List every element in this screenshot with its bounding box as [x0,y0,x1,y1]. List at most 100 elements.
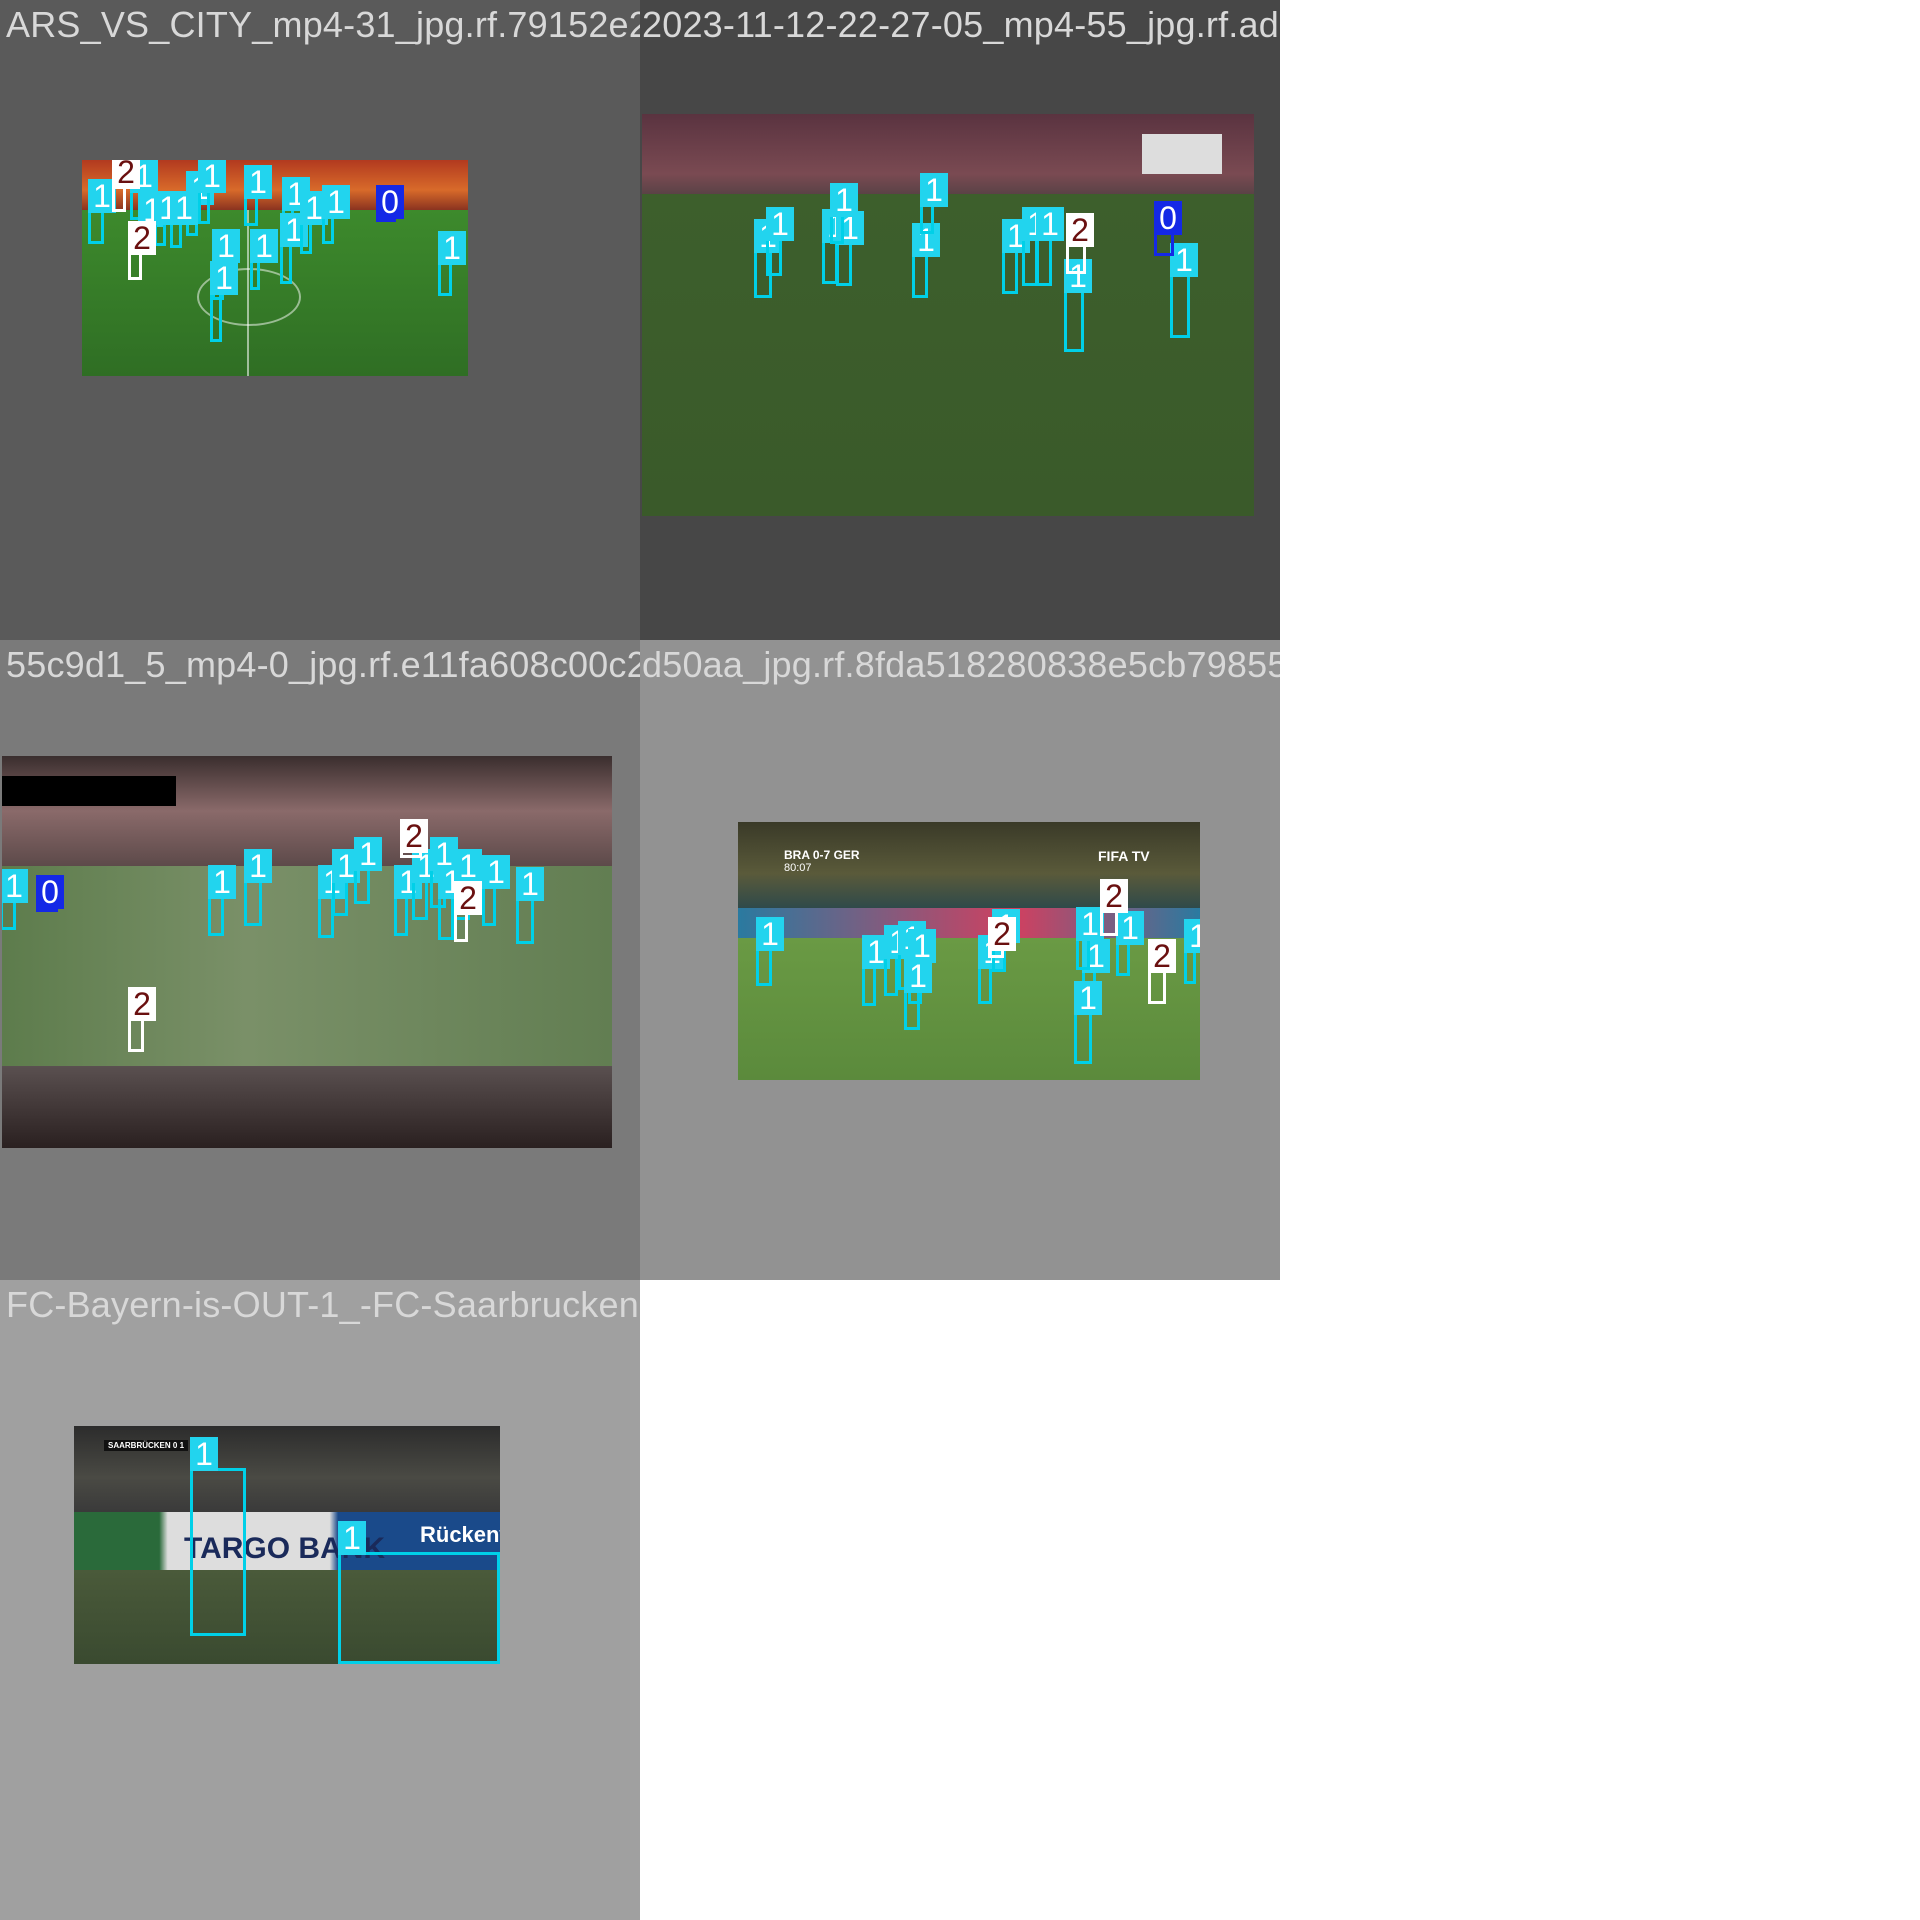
detection-box: 0 [1154,201,1182,256]
detection-box: 1 [1074,981,1102,1064]
class-label: 1 [250,229,278,263]
detection-box: 1 [830,183,858,244]
pitch [738,938,1200,1080]
detection-box: 1 [884,925,912,996]
class-label: 0 [376,185,404,219]
detection-box: 1 [516,867,544,944]
detection-box: 2 [988,917,1016,958]
broadcaster-logo: FIFA TV [1098,848,1150,864]
tile-title: ARS_VS_CITY_mp4-31_jpg.rf.79152e2023e5b5… [6,4,640,45]
scoreline: BRA 0-7 GER [784,848,860,862]
class-label: 1 [516,867,544,901]
detection-box: 1 [412,849,440,920]
scoreboard [1142,134,1222,174]
detection-box: 1 [862,935,890,1006]
class-label: 1 [904,959,932,993]
detection-box: 1 [2,869,28,930]
detection-box: 2 [112,160,140,212]
detection-box: 1 [244,849,272,926]
class-label: 1 [1170,243,1198,277]
class-label: 2 [128,221,156,255]
class-label: 1 [438,231,466,265]
class-label: 2 [400,819,428,853]
detection-box: 1 [1184,919,1200,984]
detection-box: 1 [322,185,350,244]
class-label: 2 [454,881,482,915]
detection-box: 1 [1036,207,1064,286]
detection-box: 1 [920,173,948,234]
detection-box: 1 [1002,219,1030,294]
detection-box: 2 [128,987,156,1052]
class-label: 1 [190,1437,218,1471]
detection-box: 1 [482,855,510,926]
class-label: 0 [36,875,64,909]
detection-box: 1 [244,165,272,226]
class-label: 1 [338,1521,366,1555]
class-label: 1 [1116,911,1144,945]
detection-box: 2 [454,881,482,942]
class-label: 1 [170,191,198,225]
class-label: 2 [128,987,156,1021]
detection-box: 1 [912,223,940,298]
detection-box: 2 [400,819,428,858]
detection-box: 1 [210,261,238,342]
detection-box: 1 [300,191,328,254]
class-label: 1 [244,165,272,199]
detection-box: 1 [332,849,360,916]
detection-box: 1 [1116,911,1144,976]
class-label: 1 [208,865,236,899]
class-label: 2 [1100,879,1128,913]
class-label: 1 [1184,919,1200,953]
football-photo: 1 0 1 1 1 1 1 1 1 1 1 1 1 1 2 2 2 [2,756,612,1148]
tile-1: ARS_VS_CITY_mp4-31_jpg.rf.79152e2023e5b5… [0,0,640,640]
detection-box: 1 [250,229,278,290]
detection-box: 1 [198,160,226,224]
tile-3: 55c9d1_5_mp4-0_jpg.rf.e11fa608c00c2b08e1… [0,640,640,1280]
tile-title: 55c9d1_5_mp4-0_jpg.rf.e11fa608c00c2b08e1… [6,644,640,685]
class-label: 1 [212,229,240,263]
detection-box: 1 [1064,259,1092,352]
detection-box: 1 [394,865,422,936]
detection-box: 1 [170,191,198,248]
detection-box: 1 [208,865,236,936]
class-label: 2 [112,160,140,189]
detection-box: 1 [354,837,382,904]
class-label: 1 [766,207,794,241]
detection-box: 2 [1148,939,1176,1004]
black-redaction-block [2,776,176,806]
class-label: 1 [244,849,272,883]
detection-box: 2 [1100,879,1128,936]
detection-box: 1 [756,917,784,986]
class-label: 2 [1066,213,1094,247]
crowd-stands [2,756,612,866]
detection-box: 1 [978,935,1006,1004]
scorebug: SAARBRÜCKEN 0 1 [104,1440,189,1451]
ad-board-text: Rückenwin [420,1522,500,1547]
class-label: 1 [830,183,858,217]
tile-title: d50aa_jpg.rf.8fda518280838e5cb798554f0e8 [642,644,1280,685]
match-clock: 80:07 [784,862,812,874]
detection-box: 0 [36,875,64,912]
tile-title: FC-Bayern-is-OUT-1_-FC-Saarbrucken-vs_-F [6,1284,640,1325]
football-photo: 1 1 1 1 1 1 1 1 1 1 1 1 2 0 [642,114,1254,516]
class-label: 1 [322,185,350,219]
class-label: 1 [354,837,382,871]
football-photo: BRA 0-7 GER 80:07 FIFA TV 1 1 1 1 1 1 1 … [738,822,1200,1080]
detection-box: 2 [1066,213,1094,274]
mosaic-grid: ARS_VS_CITY_mp4-31_jpg.rf.79152e2023e5b5… [0,0,1920,1920]
class-label: 1 [1074,981,1102,1015]
detection-box: 1 [438,231,466,296]
class-label: 2 [1148,939,1176,973]
tile-title: 2023-11-12-22-27-05_mp4-55_jpg.rf.ad8522 [642,4,1280,45]
class-label: 1 [1036,207,1064,241]
football-photo: 1 1 1 1 1 1 1 1 1 1 1 1 1 1 1 1 2 2 0 [82,160,468,376]
tile-5: FC-Bayern-is-OUT-1_-FC-Saarbrucken-vs_-F… [0,1280,640,1920]
detection-box: 1 [1170,243,1198,338]
tile-2: 2023-11-12-22-27-05_mp4-55_jpg.rf.ad8522… [640,0,1280,640]
class-label: 1 [920,173,948,207]
detection-box: 2 [128,221,156,280]
detection-box: 1 [836,211,864,286]
detection-box: 1 [1076,907,1104,970]
detection-box: 1 [280,213,308,284]
class-label: 2 [988,917,1016,951]
